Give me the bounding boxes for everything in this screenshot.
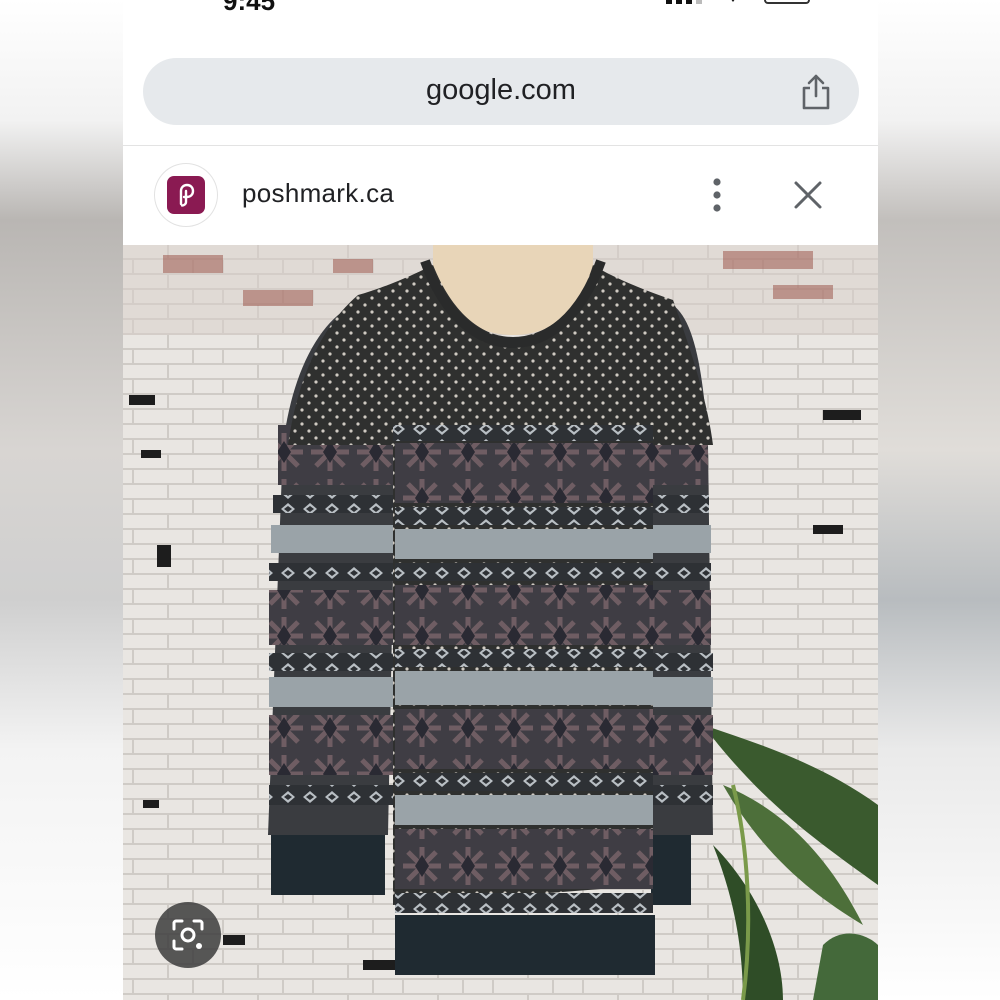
status-time: 9:45 — [223, 0, 276, 16]
poshmark-logo-icon — [167, 176, 205, 214]
signal-icon — [666, 0, 702, 4]
site-name[interactable]: poshmark.ca — [242, 178, 394, 209]
share-icon[interactable] — [799, 73, 833, 111]
product-photo[interactable] — [123, 245, 878, 1000]
address-bar-url[interactable]: google.com — [143, 74, 859, 107]
right-blur-backdrop — [878, 0, 1000, 1000]
site-header: poshmark.ca — [123, 146, 878, 244]
lens-search-button[interactable] — [155, 902, 221, 968]
wifi-icon — [726, 0, 740, 2]
status-icons — [666, 0, 810, 4]
left-blur-backdrop — [0, 0, 124, 1000]
lens-search-icon[interactable] — [170, 917, 206, 953]
close-icon[interactable] — [791, 178, 825, 212]
address-bar[interactable]: google.com — [143, 58, 859, 125]
site-favicon — [155, 164, 217, 226]
more-vert-icon[interactable] — [705, 176, 729, 216]
status-bar: 9:45 — [123, 0, 878, 16]
battery-icon — [764, 0, 810, 4]
phone-screen: 9:45 google.com poshmark.ca — [123, 0, 878, 1000]
